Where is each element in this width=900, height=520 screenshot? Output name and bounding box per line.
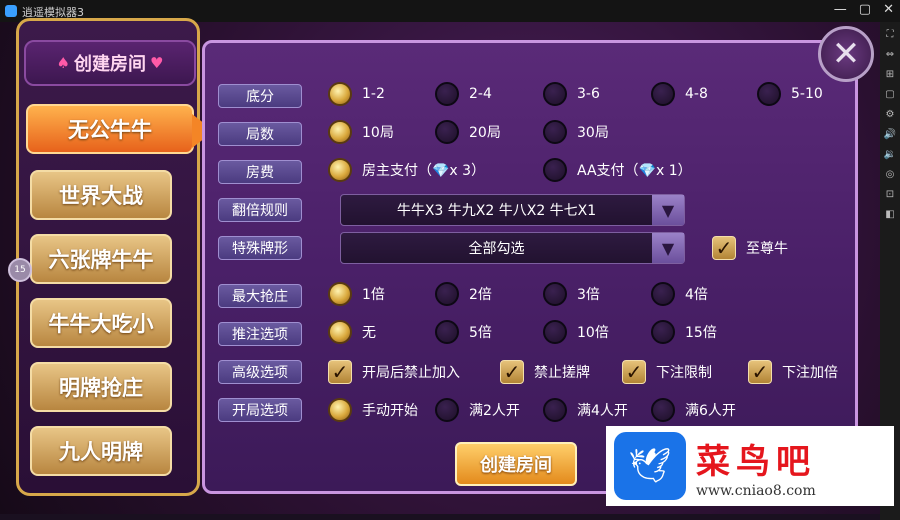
radio-icon [435, 120, 459, 144]
resize-icon[interactable]: ⇔ [884, 48, 896, 60]
difen-option-5[interactable]: 5-10 [757, 82, 823, 106]
fangfei-option-host[interactable]: 房主支付（💎x 3） [328, 158, 485, 182]
qiangzhuang-option-3[interactable]: 3倍 [543, 282, 600, 306]
gaoji-option-no-join[interactable]: ✓ 开局后禁止加入 [328, 360, 460, 384]
gaoji-option-bet-limit[interactable]: ✓ 下注限制 [622, 360, 712, 384]
screen-icon[interactable]: ▢ [884, 88, 896, 100]
create-room-title: ♠ 创建房间 ♥ [24, 40, 196, 86]
checkmark-icon: ✓ [712, 236, 736, 260]
difen-option-1[interactable]: 1-2 [328, 82, 385, 106]
tuizhu-option-15[interactable]: 15倍 [651, 320, 717, 344]
jushu-option-2[interactable]: 20局 [435, 120, 501, 144]
spade-icon: ♠ [56, 54, 70, 72]
gaoji-option-no-squeeze[interactable]: ✓ 禁止搓牌 [500, 360, 590, 384]
close-window-icon[interactable]: ✕ [883, 2, 894, 17]
label-fangfei: 房费 [218, 160, 302, 184]
teshu-dropdown[interactable]: 全部勾选 ▼ [340, 232, 685, 264]
radio-icon [543, 82, 567, 106]
radio-icon [435, 82, 459, 106]
bird-logo-icon: 🕊 [614, 432, 686, 500]
mode-button-shijie-dazhan[interactable]: 世界大战 [30, 170, 172, 220]
label-fanbei: 翻倍规则 [218, 198, 302, 222]
radio-icon [435, 398, 459, 422]
radio-icon [651, 398, 675, 422]
difen-option-3[interactable]: 3-6 [543, 82, 600, 106]
fullscreen-icon[interactable]: ⛶ [884, 28, 896, 40]
radio-icon [543, 398, 567, 422]
close-icon[interactable]: ✕ [818, 26, 874, 82]
label-tuizhu: 推注选项 [218, 322, 302, 346]
radio-icon [651, 82, 675, 106]
chevron-down-icon[interactable]: ▼ [652, 233, 684, 263]
radio-icon [328, 398, 352, 422]
gaoji-option-bet-double[interactable]: ✓ 下注加倍 [748, 360, 838, 384]
tuizhu-option-5[interactable]: 5倍 [435, 320, 492, 344]
label-teshu: 特殊牌形 [218, 236, 302, 260]
mode-button-wugong-niuniu[interactable]: 无公牛牛 [26, 104, 214, 154]
label-difen: 底分 [218, 84, 302, 108]
chevron-down-icon[interactable]: ▼ [652, 195, 684, 225]
radio-icon [543, 282, 567, 306]
label-gaoji: 高级选项 [218, 360, 302, 384]
checkmark-icon: ✓ [328, 360, 352, 384]
tuizhu-option-10[interactable]: 10倍 [543, 320, 609, 344]
kaiju-option-4[interactable]: 满4人开 [543, 398, 628, 422]
radio-icon [328, 120, 352, 144]
settings-icon[interactable]: ⚙ [884, 108, 896, 120]
mode-button-mingpai-qiangzhuang[interactable]: 明牌抢庄 [30, 362, 172, 412]
label-qiangzhuang: 最大抢庄 [218, 284, 302, 308]
difen-option-2[interactable]: 2-4 [435, 82, 492, 106]
radio-icon [328, 320, 352, 344]
kaiju-option-manual[interactable]: 手动开始 [328, 398, 418, 422]
checkmark-icon: ✓ [622, 360, 646, 384]
watermark: 🕊 菜鸟吧 www.cniao8.com [606, 426, 894, 506]
label-kaiju: 开局选项 [218, 398, 302, 422]
radio-icon [543, 320, 567, 344]
heart-icon: ♥ [150, 54, 164, 72]
qiangzhuang-option-1[interactable]: 1倍 [328, 282, 385, 306]
kaiju-option-6[interactable]: 满6人开 [651, 398, 736, 422]
checkmark-icon: ✓ [748, 360, 772, 384]
watermark-name: 菜鸟吧 [696, 441, 816, 482]
keyboard-icon[interactable]: ⊞ [884, 68, 896, 80]
watermark-url: www.cniao8.com [696, 482, 816, 499]
label-jushu: 局数 [218, 122, 302, 146]
radio-icon [651, 320, 675, 344]
tuizhu-option-none[interactable]: 无 [328, 320, 376, 344]
radio-icon [328, 282, 352, 306]
radio-icon [757, 82, 781, 106]
kaiju-option-2[interactable]: 满2人开 [435, 398, 520, 422]
window-controls: — ▢ ✕ [834, 2, 894, 17]
difen-option-4[interactable]: 4-8 [651, 82, 708, 106]
minimize-icon[interactable]: — [834, 2, 847, 17]
side-badge[interactable]: 15 [8, 258, 32, 282]
volume-up-icon[interactable]: 🔊 [884, 128, 896, 140]
screenshot-icon[interactable]: ⊡ [884, 188, 896, 200]
radio-icon [435, 282, 459, 306]
create-room-button[interactable]: 创建房间 [455, 442, 577, 486]
radio-icon [328, 158, 352, 182]
fangfei-option-aa[interactable]: AA支付（💎x 1） [543, 158, 692, 182]
radio-icon [543, 158, 567, 182]
mode-button-niuniu-dachixiao[interactable]: 牛牛大吃小 [30, 298, 172, 348]
volume-down-icon[interactable]: 🔉 [884, 148, 896, 160]
zhizunniu-checkbox[interactable]: ✓ 至尊牛 [712, 236, 788, 260]
jushu-option-1[interactable]: 10局 [328, 120, 394, 144]
fanbei-dropdown[interactable]: 牛牛X3 牛九X2 牛八X2 牛七X1 ▼ [340, 194, 685, 226]
radio-icon [435, 320, 459, 344]
jushu-option-3[interactable]: 30局 [543, 120, 609, 144]
location-icon[interactable]: ◎ [884, 168, 896, 180]
app-icon [5, 5, 17, 17]
radio-icon [651, 282, 675, 306]
qiangzhuang-option-2[interactable]: 2倍 [435, 282, 492, 306]
radio-icon [328, 82, 352, 106]
radio-icon [543, 120, 567, 144]
checkmark-icon: ✓ [500, 360, 524, 384]
more-icon[interactable]: ◧ [884, 208, 896, 220]
qiangzhuang-option-4[interactable]: 4倍 [651, 282, 708, 306]
maximize-icon[interactable]: ▢ [859, 2, 871, 17]
mode-button-jiuren-mingpai[interactable]: 九人明牌 [30, 426, 172, 476]
mode-button-liuzhang-niuniu[interactable]: 六张牌牛牛 [30, 234, 172, 284]
